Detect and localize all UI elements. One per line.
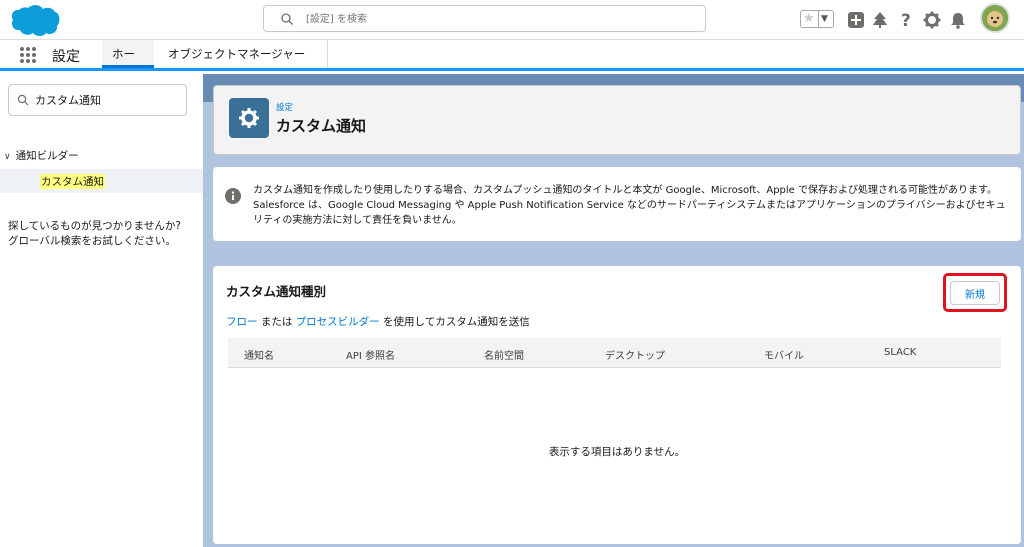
- tree-node-notification-builder[interactable]: ∨ 通知ビルダー: [4, 148, 79, 163]
- star-icon[interactable]: ★: [803, 11, 815, 27]
- setup-sidebar: ∨ 通知ビルダー カスタム通知 探しているものが見つかりませんか? グローバル検索…: [0, 74, 203, 547]
- column-header[interactable]: 通知名: [244, 347, 274, 362]
- desc-end: を使用してカスタム通知を送信: [379, 316, 530, 328]
- page-header: 設定 カスタム通知: [213, 85, 1021, 155]
- context-bar: 設定 ホーム オブジェクトマネージャー∨: [0, 40, 1024, 89]
- notice-text: カスタム通知を作成したり使用したりする場合、カスタムプッシュ通知のタイトルと本文…: [253, 185, 1006, 226]
- salesforce-logo[interactable]: [8, 4, 60, 36]
- tab-home[interactable]: ホーム: [102, 40, 154, 89]
- tree-item-label: カスタム通知: [40, 174, 105, 189]
- privacy-notice: カスタム通知を作成したり使用したりする場合、カスタムプッシュ通知のタイトルと本文…: [213, 167, 1021, 241]
- trailhead-icon[interactable]: [870, 10, 890, 30]
- main-content: 設定 カスタム通知 カスタム通知を作成したり使用したりする場合、カスタムプッシュ…: [203, 74, 1024, 547]
- tab-object-manager-label: オブジェクトマネージャー: [168, 47, 306, 61]
- help-line-1: 探しているものが見つかりませんか?: [8, 220, 181, 232]
- flow-link[interactable]: フロー: [226, 316, 258, 328]
- add-icon[interactable]: [846, 10, 866, 30]
- avatar[interactable]: [980, 3, 1010, 33]
- search-icon: [17, 94, 29, 106]
- desc-mid: または: [257, 316, 296, 328]
- help-icon[interactable]: ?: [896, 10, 916, 30]
- column-header[interactable]: モバイル: [764, 347, 804, 362]
- tree-node-label: 通知ビルダー: [15, 150, 79, 162]
- card-title: カスタム通知種別: [226, 284, 327, 299]
- column-header[interactable]: デスクトップ: [605, 347, 665, 362]
- search-input[interactable]: [306, 10, 686, 28]
- divider: [818, 11, 819, 27]
- process-builder-link[interactable]: プロセスビルダー: [296, 316, 380, 328]
- favorites-group[interactable]: ★ ▼: [800, 10, 834, 28]
- setup-gear-icon: [229, 98, 269, 138]
- help-line-2: グローバル検索をお試しください。: [8, 235, 176, 247]
- column-header[interactable]: 名前空間: [484, 347, 524, 362]
- app-launcher-icon[interactable]: [20, 47, 36, 63]
- search-icon: [281, 13, 293, 25]
- new-button[interactable]: 新規: [950, 281, 1000, 305]
- custom-notification-types-card: カスタム通知種別 新規 フロー または プロセスビルダー を使用してカスタム通知…: [213, 266, 1021, 544]
- svg-text:?: ?: [901, 11, 911, 30]
- table-header: 通知名 API 参照名 名前空間 デスクトップ モバイル SLACK: [228, 338, 1001, 368]
- info-icon: [225, 188, 241, 204]
- sidebar-help-text: 探しているものが見つかりませんか? グローバル検索をお試しください。: [8, 219, 200, 249]
- card-description: フロー または プロセスビルダー を使用してカスタム通知を送信: [226, 314, 530, 329]
- global-header: ★ ▼ ?: [0, 0, 1024, 40]
- gear-icon[interactable]: [922, 10, 942, 30]
- column-header[interactable]: SLACK: [884, 347, 916, 358]
- page-title: カスタム通知: [276, 117, 367, 135]
- app-name: 設定: [52, 49, 80, 65]
- avatar-image: [982, 5, 1008, 31]
- global-search[interactable]: [263, 5, 706, 32]
- chevron-down-icon[interactable]: ▼: [821, 11, 828, 27]
- highlight-box: 新規: [943, 273, 1007, 312]
- empty-table-message: 表示する項目はありません。: [548, 446, 686, 458]
- bell-icon[interactable]: [948, 10, 968, 30]
- quick-find-input[interactable]: [35, 92, 180, 108]
- tree-item-custom-notifications[interactable]: カスタム通知: [0, 169, 203, 193]
- chevron-down-icon[interactable]: ∨: [4, 152, 11, 162]
- quick-find[interactable]: [8, 84, 187, 116]
- page-eyebrow: 設定: [276, 103, 294, 113]
- column-header[interactable]: API 参照名: [346, 347, 395, 362]
- tab-object-manager[interactable]: オブジェクトマネージャー∨: [158, 40, 328, 89]
